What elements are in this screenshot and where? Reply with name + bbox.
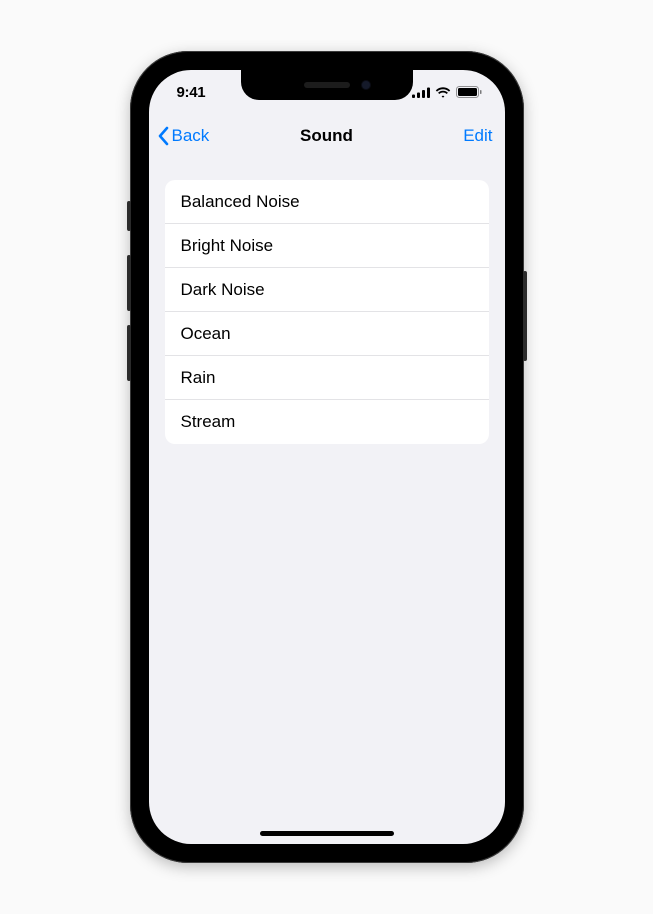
list-item-label: Dark Noise	[181, 280, 265, 300]
volume-down-button	[127, 325, 131, 381]
list-item[interactable]: Bright Noise	[165, 224, 489, 268]
list-item-label: Stream	[181, 412, 236, 432]
list-item-label: Balanced Noise	[181, 192, 300, 212]
mute-switch	[127, 201, 131, 231]
list-item-label: Ocean	[181, 324, 231, 344]
power-button	[523, 271, 527, 361]
list-item[interactable]: Rain	[165, 356, 489, 400]
list-item[interactable]: Balanced Noise	[165, 180, 489, 224]
screen: 9:41 Back Sound	[149, 70, 505, 844]
status-icons	[412, 86, 483, 98]
front-camera	[361, 80, 371, 90]
battery-icon	[456, 86, 483, 98]
list-item[interactable]: Ocean	[165, 312, 489, 356]
edit-button[interactable]: Edit	[463, 126, 492, 146]
status-time: 9:41	[177, 84, 206, 101]
notch	[241, 70, 413, 100]
list-item[interactable]: Stream	[165, 400, 489, 444]
navigation-bar: Back Sound Edit	[149, 114, 505, 158]
content-area: Balanced Noise Bright Noise Dark Noise O…	[149, 158, 505, 444]
list-item-label: Bright Noise	[181, 236, 274, 256]
list-item-label: Rain	[181, 368, 216, 388]
page-title: Sound	[300, 126, 353, 146]
chevron-left-icon	[157, 126, 169, 146]
list-item[interactable]: Dark Noise	[165, 268, 489, 312]
cellular-signal-icon	[412, 87, 430, 98]
phone-frame: 9:41 Back Sound	[130, 51, 524, 863]
home-indicator[interactable]	[260, 831, 394, 836]
volume-up-button	[127, 255, 131, 311]
wifi-icon	[435, 87, 451, 98]
back-label: Back	[172, 126, 210, 146]
sound-list: Balanced Noise Bright Noise Dark Noise O…	[165, 180, 489, 444]
speaker-grille	[304, 82, 350, 88]
back-button[interactable]: Back	[157, 126, 210, 146]
